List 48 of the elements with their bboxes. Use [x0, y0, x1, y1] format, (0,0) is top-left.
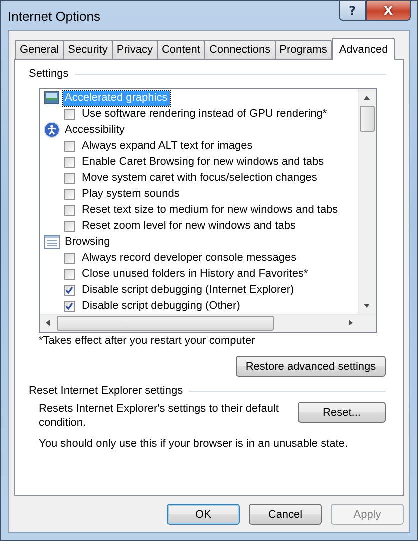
checkbox[interactable]: [64, 188, 75, 200]
category-label[interactable]: Accessibility: [63, 122, 127, 138]
reset-button[interactable]: Reset...: [298, 402, 386, 423]
checkbox[interactable]: [64, 268, 75, 280]
window-title: Internet Options: [8, 9, 100, 24]
option-label: Move system caret with focus/selection changes: [82, 172, 318, 184]
close-button[interactable]: X: [366, 1, 411, 21]
vertical-scrollbar[interactable]: [358, 89, 376, 314]
option-label: Use software rendering instead of GPU rendering*: [82, 108, 328, 120]
group-heading: Reset Internet Explorer settings: [29, 385, 184, 397]
option-label: Close unused folders in History and Favorites*: [82, 268, 308, 280]
category-label[interactable]: Browsing: [63, 234, 112, 250]
checkbox[interactable]: [64, 220, 75, 232]
window-icon: [44, 234, 60, 250]
option-label: Play system sounds: [82, 188, 180, 200]
checkbox[interactable]: [64, 300, 75, 312]
horizontal-scrollbar[interactable]: [40, 314, 376, 332]
checkbox[interactable]: [64, 108, 75, 120]
restart-note: *Takes effect after you restart your computer: [39, 335, 256, 347]
option-label: Reset text size to medium for new windows and tabs: [82, 204, 338, 216]
checkbox[interactable]: [64, 284, 75, 296]
option-label: Disable script debugging (Other): [82, 300, 240, 312]
group-heading: Settings: [29, 68, 69, 80]
option-label: Disable script debugging (Internet Explorer): [82, 284, 294, 296]
checkbox[interactable]: [64, 204, 75, 216]
checkbox[interactable]: [64, 140, 75, 152]
dialog-button[interactable]: OK: [167, 504, 240, 525]
tab[interactable]: Content: [156, 40, 206, 59]
checkbox[interactable]: [64, 156, 75, 168]
tab[interactable]: Programs: [274, 40, 332, 59]
checkbox[interactable]: [64, 252, 75, 264]
checkbox[interactable]: [64, 172, 75, 184]
option-label: Enable Caret Browsing for new windows and tabs: [82, 156, 324, 168]
monitor-icon: [44, 90, 60, 106]
reset-description: Resets Internet Explorer's settings to their default condition.: [39, 402, 280, 430]
tab[interactable]: General: [15, 40, 64, 59]
tab[interactable]: Connections: [204, 40, 276, 59]
option-label: Reset zoom level for new windows and tabs: [82, 220, 296, 232]
restore-button[interactable]: Restore advanced settings: [236, 356, 386, 377]
option-label: Always record developer console messages: [82, 252, 297, 264]
accessibility-icon: [44, 122, 60, 138]
tab[interactable]: Privacy: [112, 40, 158, 59]
tab[interactable]: Advanced: [332, 38, 396, 60]
dialog-button[interactable]: Cancel: [249, 504, 322, 525]
option-label: Always expand ALT text for images: [82, 140, 253, 152]
help-button[interactable]: ?: [339, 1, 366, 21]
tab[interactable]: Security: [63, 40, 113, 59]
reset-warning: You should only use this if your browser is in an unusable state.: [39, 438, 349, 450]
